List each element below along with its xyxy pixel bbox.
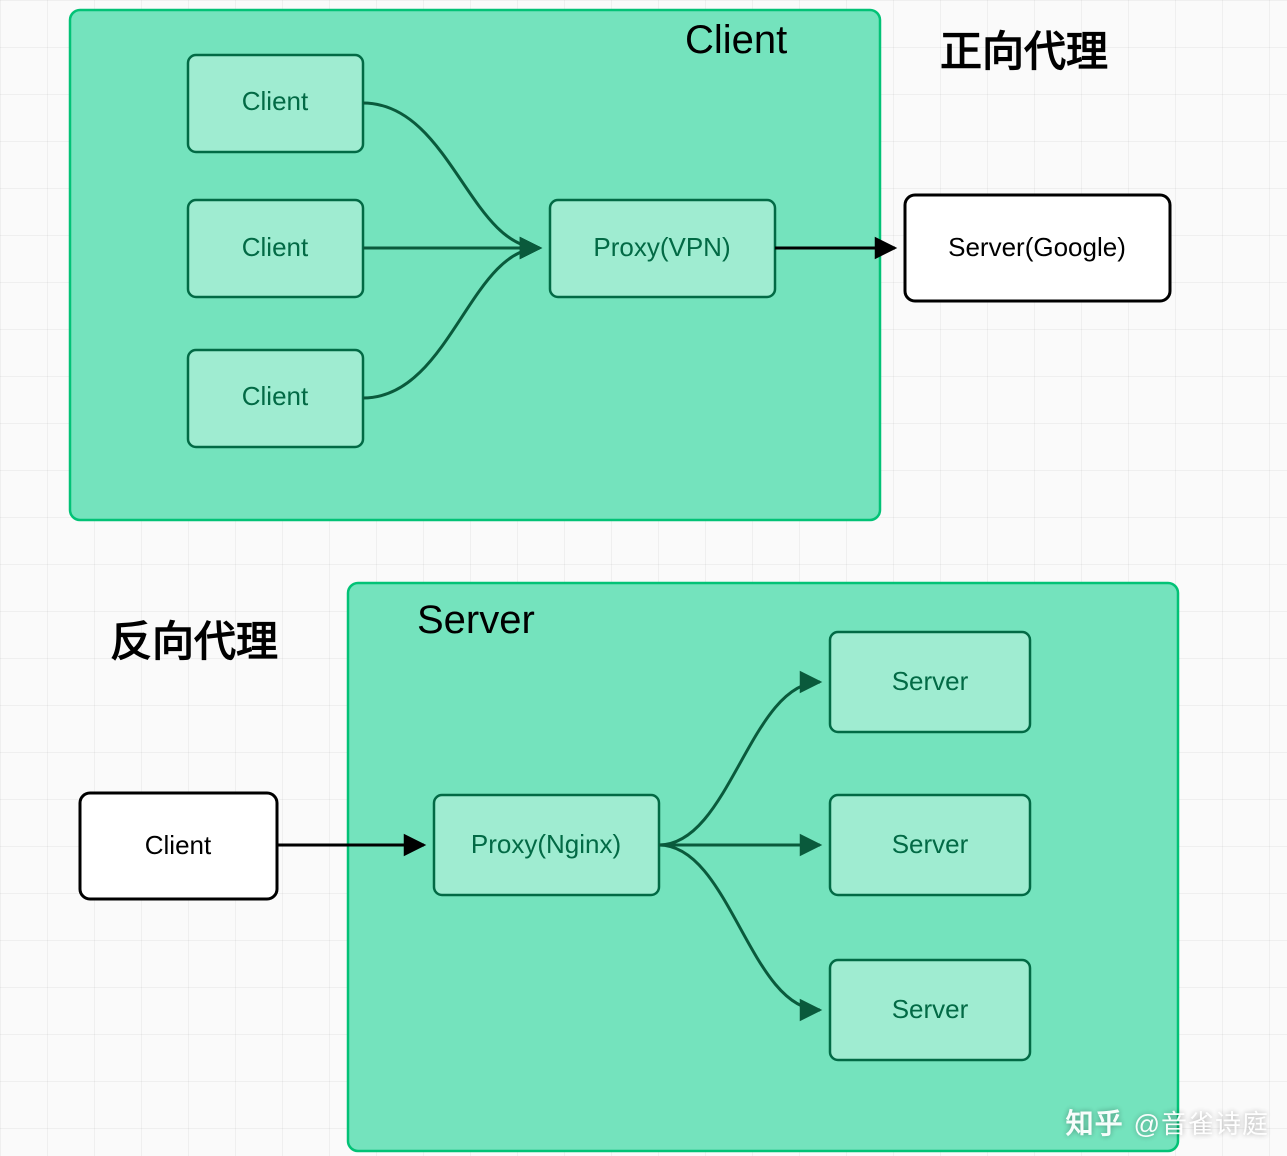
diagram-canvas: Client Client Client Proxy(VPN) Server(G… [0, 0, 1287, 1156]
bottom-client-label: Client [145, 830, 212, 860]
top-client-label-1: Client [242, 86, 309, 116]
top-title-zh: 正向代理 [940, 18, 1108, 79]
bottom-title-zh: 反向代理 [110, 608, 278, 669]
bottom-server-label-2: Server [892, 829, 969, 859]
top-proxy-label: Proxy(VPN) [593, 232, 730, 262]
watermark: 知乎 @音雀诗庭 [1066, 1102, 1269, 1142]
top-client-label-2: Client [242, 232, 309, 262]
bottom-server-label-3: Server [892, 994, 969, 1024]
top-server-label: Server(Google) [948, 232, 1126, 262]
watermark-brand: 知乎 [1066, 1102, 1124, 1142]
diagram-svg: Client Client Client Proxy(VPN) Server(G… [0, 0, 1287, 1156]
bottom-server-label-1: Server [892, 666, 969, 696]
watermark-author: @音雀诗庭 [1134, 1104, 1269, 1141]
bottom-group-label: Server [417, 598, 535, 643]
bottom-proxy-label: Proxy(Nginx) [471, 829, 621, 859]
top-client-label-3: Client [242, 381, 309, 411]
top-group-label: Client [685, 18, 787, 63]
